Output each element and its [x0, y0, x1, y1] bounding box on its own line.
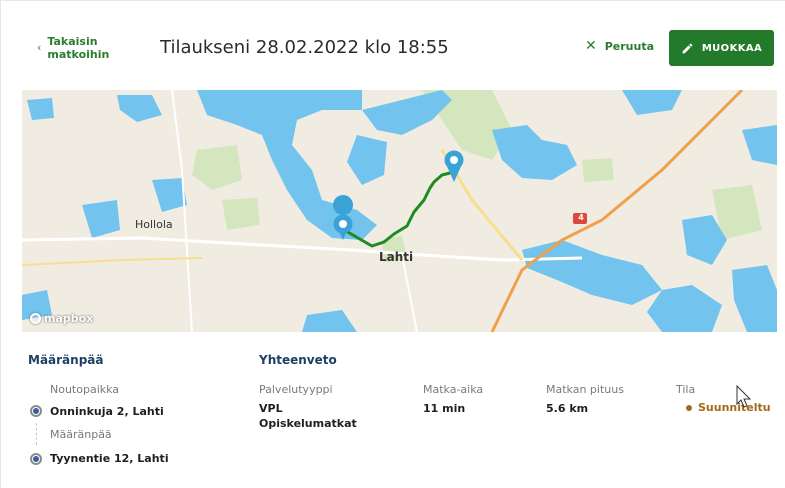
route-connector — [36, 423, 37, 445]
dropoff-radio-icon — [30, 453, 42, 465]
pencil-icon — [682, 43, 693, 53]
destination-heading: Määränpää — [28, 353, 104, 367]
mapbox-logo[interactable]: mapbox — [30, 312, 93, 325]
map-label-town: Hollola — [135, 218, 173, 231]
mapbox-icon — [30, 313, 41, 324]
status-dot-icon — [686, 404, 692, 411]
dropoff-label: Määränpää — [50, 428, 112, 441]
duration-label: Matka-aika — [423, 383, 484, 396]
pickup-label: Noutopaikka — [50, 383, 120, 396]
page-title: Tilaukseni 28.02.2022 klo 18:55 — [160, 37, 449, 58]
top-border — [0, 0, 785, 1]
summary-heading: Yhteenveto — [259, 353, 337, 367]
chevron-left-icon: ‹ — [37, 41, 42, 54]
pickup-value: Onninkuja 2, Lahti — [50, 405, 164, 418]
route-map[interactable]: Hollola Lahti 4 mapbox — [22, 90, 777, 332]
edit-button[interactable]: MUOKKAA — [669, 30, 774, 66]
back-to-trips-link[interactable]: ‹ Takaisin matkoihin — [37, 35, 117, 61]
dropoff-value: Tyynentie 12, Lahti — [50, 452, 169, 465]
status-badge: Suunniteltu — [686, 401, 771, 414]
status-value: Suunniteltu — [698, 401, 771, 414]
back-label: Takaisin matkoihin — [47, 35, 110, 61]
mouse-cursor-icon — [736, 385, 752, 408]
map-label-city: Lahti — [379, 250, 414, 264]
edit-label: MUOKKAA — [701, 42, 763, 54]
close-icon: ✕ — [585, 38, 597, 54]
distance-value: 5.6 km — [546, 402, 589, 415]
left-border — [0, 0, 1, 488]
status-label: Tila — [676, 383, 696, 396]
cancel-label: Peruuta — [604, 39, 655, 53]
mapbox-label: mapbox — [44, 312, 94, 325]
service-type-label: Palvelutyyppi — [259, 383, 333, 396]
pickup-radio-icon — [30, 405, 42, 417]
road-number-label: 4 — [578, 213, 584, 222]
distance-label: Matkan pituus — [546, 383, 624, 396]
duration-value: 11 min — [423, 402, 466, 415]
map-canvas — [22, 90, 777, 332]
cancel-button[interactable]: ✕ Peruuta — [585, 39, 654, 53]
service-type-value: VPL Opiskelumatkat — [259, 402, 357, 430]
